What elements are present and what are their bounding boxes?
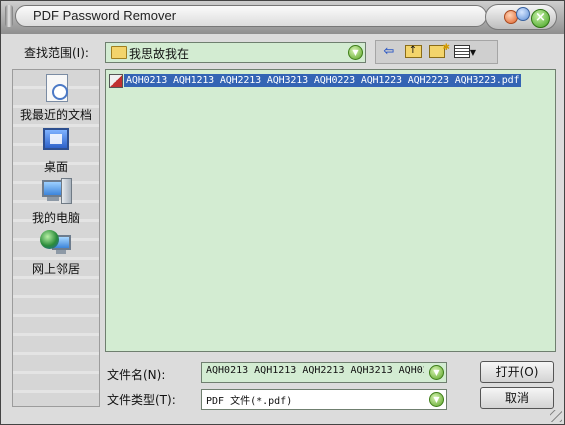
resize-grip-icon[interactable] [550,410,562,422]
place-label: 网上邻居 [31,262,80,276]
file-list[interactable]: AQH0213 AQH1213 AQH2213 AQH3213 AQH0223 … [105,69,556,352]
maximize-button[interactable] [516,7,530,21]
place-label: 我最近的文档 [19,108,92,122]
filename-label: 文件名(N): [107,368,166,382]
place-label: 我的电脑 [31,211,80,225]
title-bar[interactable]: PDF Password Remover × [1,1,564,34]
look-in-combo[interactable]: 我思故我在 ▼ [105,42,366,63]
filename-field[interactable]: AQH0213 AQH1213 AQH2213 AQH3213 AQH0223 … [201,362,447,383]
file-name: AQH0213 AQH1213 AQH2213 AQH3213 AQH0223 … [124,74,522,87]
desktop-icon [40,126,72,156]
my-computer-icon [40,177,72,207]
chevron-down-icon[interactable]: ▼ [348,45,363,60]
network-places-icon [40,228,72,258]
places-bar: 我最近的文档 桌面 我的电脑 网上邻居 [12,69,100,407]
view-menu-icon[interactable]: ▼ [452,43,478,61]
window-controls: × [485,4,557,30]
place-label: 桌面 [43,160,68,174]
chevron-down-icon[interactable]: ▼ [429,392,444,407]
window-title: PDF Password Remover [15,5,487,27]
folder-icon [111,46,127,59]
up-folder-icon[interactable]: ↑ [403,43,423,61]
place-my-computer[interactable]: 我的电脑 [13,177,99,226]
place-network[interactable]: 网上邻居 [13,228,99,277]
navigation-toolbar: ⇦ ↑ ✱ ▼ [375,40,498,64]
place-desktop[interactable]: 桌面 [13,126,99,175]
filetype-label: 文件类型(T): [107,393,176,407]
look-in-label: 查找范围(I): [24,46,89,60]
filename-value: AQH0213 AQH1213 AQH2213 AQH3213 AQH0223 … [206,365,424,376]
window-grip-icon [5,5,13,27]
back-arrow-icon[interactable]: ⇦ [379,43,399,61]
cancel-button[interactable]: 取消 [480,387,554,409]
filetype-value: PDF 文件(*.pdf) [206,396,293,407]
close-icon: × [535,10,546,25]
filetype-select[interactable]: PDF 文件(*.pdf) ▼ [201,389,447,410]
recent-documents-icon [40,74,72,104]
open-button[interactable]: 打开(O) [480,361,554,383]
pdf-file-icon [109,73,123,88]
close-button[interactable]: × [531,9,550,28]
list-item[interactable]: AQH0213 AQH1213 AQH2213 AQH3213 AQH0223 … [109,72,522,89]
new-folder-icon[interactable]: ✱ [427,43,450,61]
look-in-value: 我思故我在 [129,47,190,61]
place-recent-documents[interactable]: 我最近的文档 [13,74,99,123]
file-open-dialog: PDF Password Remover × 查找范围(I): 我思故我在 ▼ … [0,0,565,425]
chevron-down-icon[interactable]: ▼ [429,365,444,380]
